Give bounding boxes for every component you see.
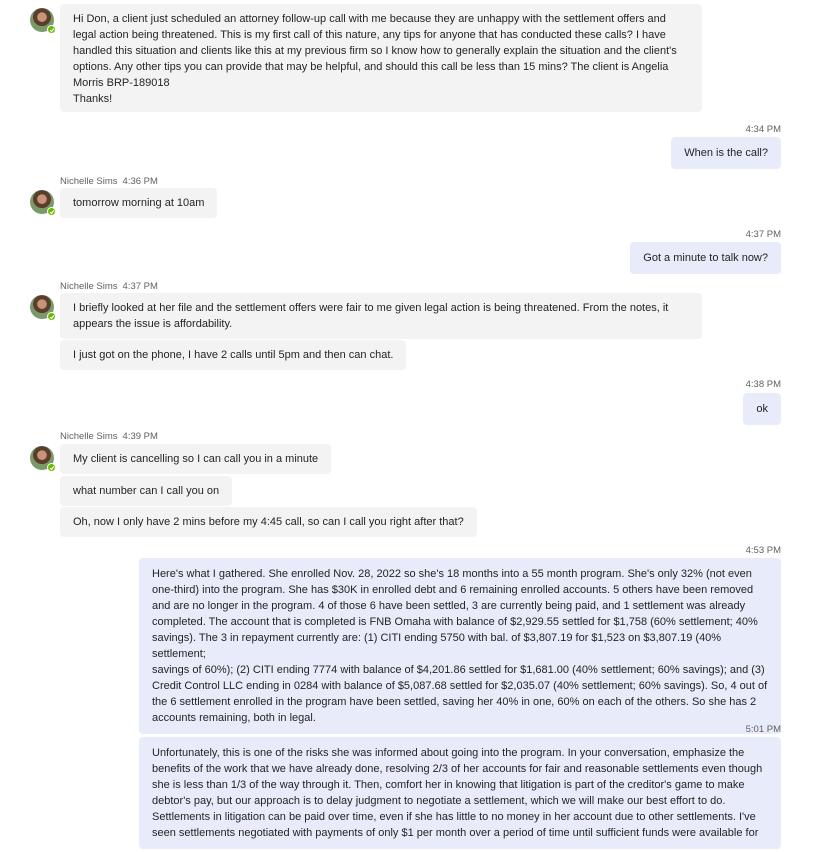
message-bubble[interactable]: My client is cancelling so I can call yo… [60,444,332,474]
message-timestamp: 4:53 PM [745,545,781,556]
message-timestamp: 4:36 PM [122,176,158,187]
presence-available-icon [47,312,56,321]
sender-name: Nichelle Sims [60,281,118,292]
message-bubble[interactable]: Got a minute to talk now? [630,242,781,274]
message-bubble[interactable]: Unfortunately, this is one of the risks … [139,737,781,849]
message-timestamp: 4:37 PM [745,229,781,240]
message-timestamp: 4:34 PM [745,124,781,135]
sender-name: Nichelle Sims [60,176,118,187]
message-header: Nichelle Sims 4:36 PM [60,176,158,187]
message-bubble[interactable]: When is the call? [671,137,781,169]
message-bubble[interactable]: I briefly looked at her file and the set… [60,293,702,339]
presence-available-icon [47,25,56,34]
message-bubble[interactable]: Here's what I gathered. She enrolled Nov… [139,558,781,734]
avatar[interactable] [30,8,56,34]
message-bubble[interactable]: tomorrow morning at 10am [60,188,218,218]
avatar[interactable] [30,190,56,216]
presence-available-icon [47,463,56,472]
message-bubble[interactable]: Oh, now I only have 2 mins before my 4:4… [60,507,477,537]
message-bubble[interactable]: I just got on the phone, I have 2 calls … [60,340,407,370]
message-timestamp: 5:01 PM [745,724,781,735]
message-timestamp: 4:37 PM [122,281,158,292]
message-header: Nichelle Sims 4:39 PM [60,431,158,442]
message-bubble[interactable]: Hi Don, a client just scheduled an attor… [60,4,702,112]
message-timestamp: 4:38 PM [745,379,781,390]
avatar[interactable] [30,295,56,321]
message-timestamp: 4:39 PM [122,431,158,442]
message-header: Nichelle Sims 4:37 PM [60,281,158,292]
presence-available-icon [47,207,56,216]
sender-name: Nichelle Sims [60,431,118,442]
message-bubble[interactable]: what number can I call you on [60,476,233,506]
message-bubble[interactable]: ok [743,393,781,425]
avatar[interactable] [30,446,56,472]
